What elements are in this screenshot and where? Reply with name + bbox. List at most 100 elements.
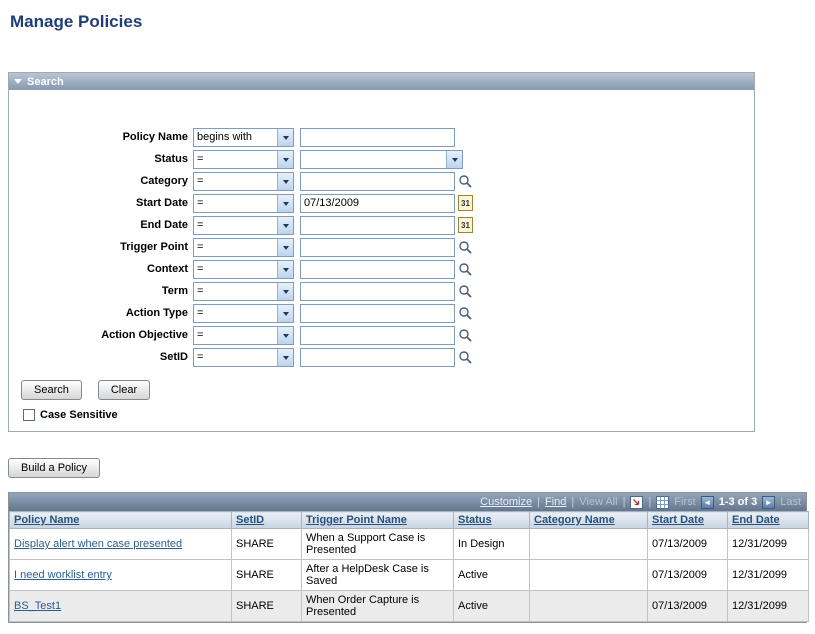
chevron-down-icon <box>277 151 293 168</box>
chevron-down-icon <box>277 349 293 366</box>
operator-value: = <box>194 349 277 366</box>
operator-value: = <box>194 239 277 256</box>
calendar-icon[interactable]: 31 <box>458 217 473 233</box>
search-section-header[interactable]: Search <box>9 73 754 90</box>
policy-name-link[interactable]: Display alert when case presented <box>14 538 182 550</box>
category-operator-select[interactable]: = <box>193 172 294 191</box>
chevron-down-icon <box>277 261 293 278</box>
chevron-down-icon <box>277 195 293 212</box>
build-a-policy-button[interactable]: Build a Policy <box>8 458 100 478</box>
chevron-down-icon <box>277 217 293 234</box>
start-date-cell: 07/13/2009 <box>648 591 728 622</box>
policy-name-link[interactable]: BS_Test1 <box>14 600 61 612</box>
operator-value: = <box>194 261 277 278</box>
operator-value: = <box>194 327 277 344</box>
action-objective-input[interactable] <box>300 326 455 345</box>
column-header-status[interactable]: Status <box>458 514 492 526</box>
status-operator-select[interactable]: = <box>193 150 294 169</box>
search-row-start-date: Start Date = 31 <box>9 192 754 214</box>
collapse-arrow-icon <box>14 79 22 84</box>
lookup-icon[interactable] <box>458 306 472 320</box>
category-cell <box>530 560 648 591</box>
setid-cell: SHARE <box>232 529 302 560</box>
policy-name-label: Policy Name <box>9 131 193 143</box>
status-cell: Active <box>454 560 530 591</box>
clear-button[interactable]: Clear <box>98 380 150 400</box>
setid-operator-select[interactable]: = <box>193 348 294 367</box>
separator: | <box>623 496 626 508</box>
end-date-label: End Date <box>9 219 193 231</box>
column-header-policy-name[interactable]: Policy Name <box>14 514 79 526</box>
lookup-icon[interactable] <box>458 174 472 188</box>
category-cell <box>530 591 648 622</box>
lookup-icon[interactable] <box>458 328 472 342</box>
next-page-icon[interactable]: ► <box>762 496 775 509</box>
trigger-point-label: Trigger Point <box>9 241 193 253</box>
customize-link[interactable]: Customize <box>480 496 532 508</box>
previous-page-icon[interactable]: ◄ <box>701 496 714 509</box>
category-input[interactable] <box>300 172 455 191</box>
operator-value: = <box>194 151 277 168</box>
action-type-input[interactable] <box>300 304 455 323</box>
find-link[interactable]: Find <box>545 496 566 508</box>
search-section: Search Policy Name begins with Status = <box>8 72 755 432</box>
context-input[interactable] <box>300 260 455 279</box>
trigger-point-input[interactable] <box>300 238 455 257</box>
page-title: Manage Policies <box>10 12 815 32</box>
view-all-link[interactable]: View All <box>579 496 617 508</box>
download-icon[interactable] <box>630 496 643 509</box>
search-form: Policy Name begins with Status = <box>9 90 754 431</box>
search-row-category: Category = <box>9 170 754 192</box>
trigger-point-operator-select[interactable]: = <box>193 238 294 257</box>
start-date-operator-select[interactable]: = <box>193 194 294 213</box>
policy-name-link[interactable]: I need worklist entry <box>14 569 112 581</box>
action-type-label: Action Type <box>9 307 193 319</box>
start-date-input[interactable] <box>300 194 455 213</box>
policy-name-operator-select[interactable]: begins with <box>193 128 294 147</box>
operator-value: = <box>194 195 277 212</box>
first-link[interactable]: First <box>674 496 695 508</box>
search-row-trigger-point: Trigger Point = <box>9 236 754 258</box>
lookup-icon[interactable] <box>458 284 472 298</box>
lookup-icon[interactable] <box>458 240 472 254</box>
lookup-icon[interactable] <box>458 262 472 276</box>
search-section-title: Search <box>27 76 64 88</box>
end-date-operator-select[interactable]: = <box>193 216 294 235</box>
row-range: 1-3 of 3 <box>719 496 758 508</box>
setid-input[interactable] <box>300 348 455 367</box>
trigger-point-cell: When Order Capture is Presented <box>302 591 454 622</box>
case-sensitive-label: Case Sensitive <box>40 409 118 421</box>
last-link[interactable]: Last <box>780 496 801 508</box>
end-date-input[interactable] <box>300 216 455 235</box>
separator: | <box>571 496 574 508</box>
end-date-cell: 12/31/2099 <box>728 529 809 560</box>
column-header-setid[interactable]: SetID <box>236 514 264 526</box>
chevron-down-icon <box>277 327 293 344</box>
grid-icon[interactable] <box>656 496 669 509</box>
policy-name-input[interactable] <box>300 128 455 147</box>
calendar-icon[interactable]: 31 <box>458 195 473 211</box>
table-row: I need worklist entry SHARE After a Help… <box>10 560 809 591</box>
term-operator-select[interactable]: = <box>193 282 294 301</box>
chevron-down-icon <box>277 305 293 322</box>
term-input[interactable] <box>300 282 455 301</box>
context-operator-select[interactable]: = <box>193 260 294 279</box>
case-sensitive-checkbox[interactable] <box>23 409 35 421</box>
separator: | <box>648 496 651 508</box>
column-header-end-date[interactable]: End Date <box>732 514 780 526</box>
search-button[interactable]: Search <box>21 380 82 400</box>
trigger-point-cell: After a HelpDesk Case is Saved <box>302 560 454 591</box>
status-select[interactable] <box>300 150 463 169</box>
column-header-trigger-point-name[interactable]: Trigger Point Name <box>306 514 407 526</box>
category-label: Category <box>9 175 193 187</box>
search-row-end-date: End Date = 31 <box>9 214 754 236</box>
action-objective-operator-select[interactable]: = <box>193 326 294 345</box>
column-header-start-date[interactable]: Start Date <box>652 514 704 526</box>
column-header-category-name[interactable]: Category Name <box>534 514 615 526</box>
setid-label: SetID <box>9 351 193 363</box>
action-type-operator-select[interactable]: = <box>193 304 294 323</box>
search-row-policy-name: Policy Name begins with <box>9 126 754 148</box>
chevron-down-icon <box>277 129 293 146</box>
policies-table: Policy Name SetID Trigger Point Name Sta… <box>9 511 809 622</box>
lookup-icon[interactable] <box>458 350 472 364</box>
